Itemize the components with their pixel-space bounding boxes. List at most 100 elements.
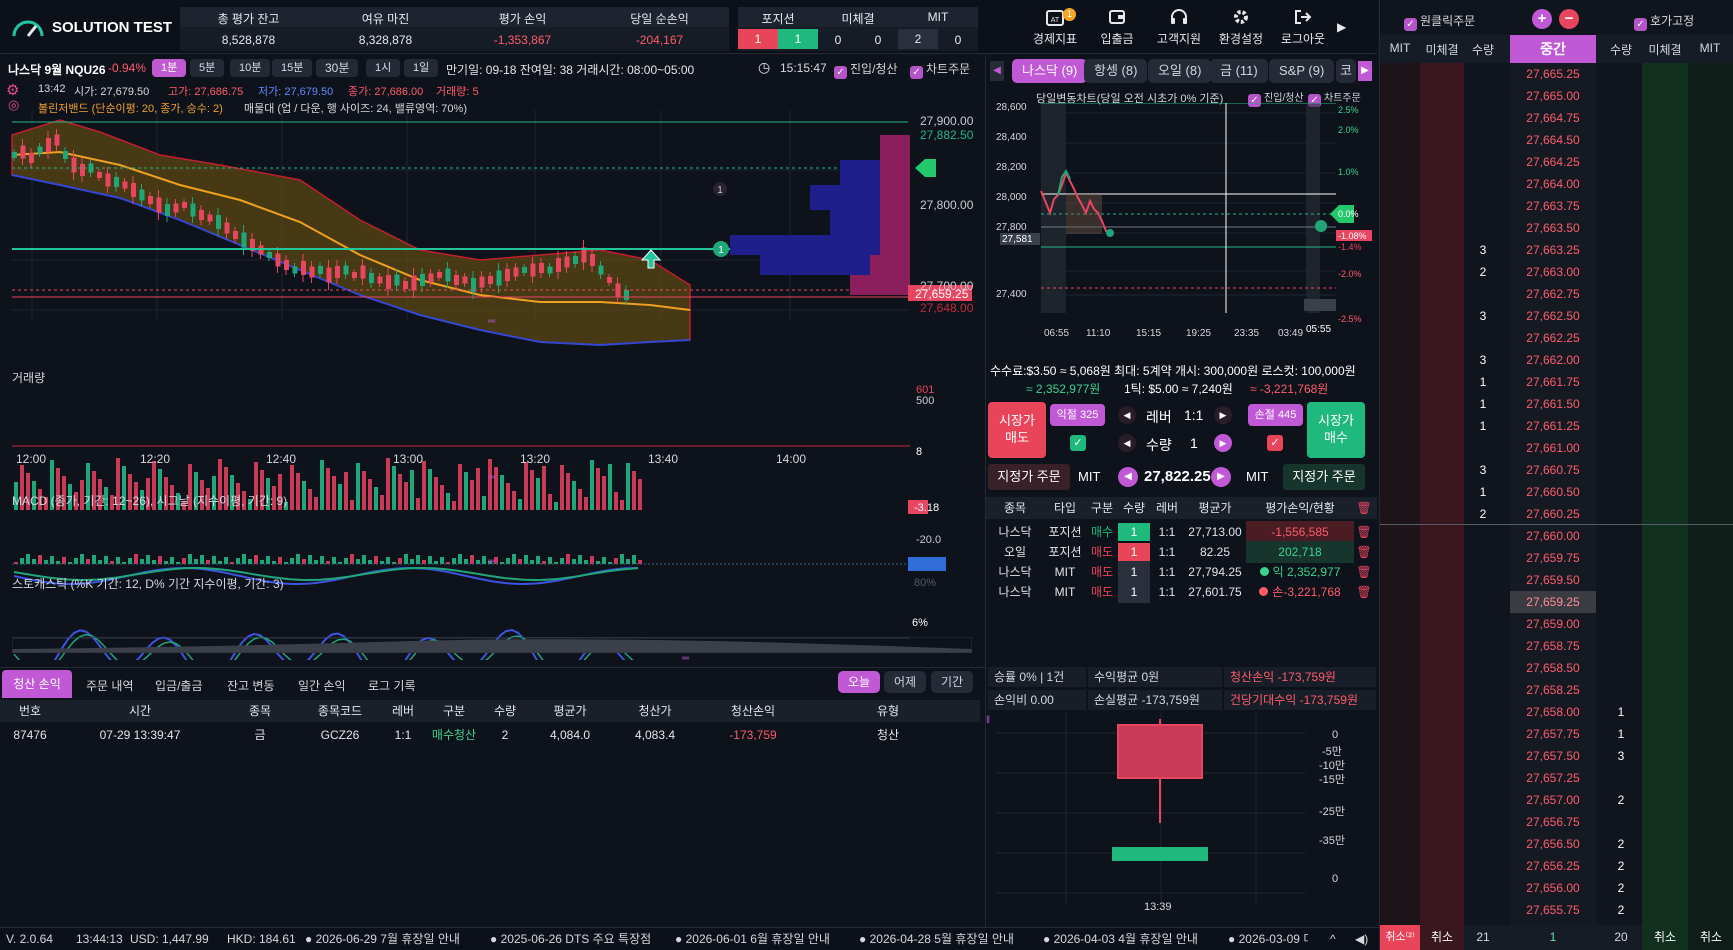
speaker-icon[interactable]: ◀): [1355, 928, 1368, 950]
zoom-in-icon[interactable]: +: [1532, 9, 1552, 29]
interval-5m[interactable]: 5분: [190, 59, 225, 77]
orderbook-row[interactable]: 27,659.50: [1380, 569, 1726, 591]
ob-price[interactable]: 27,664.75: [1510, 107, 1596, 129]
tab-order-history[interactable]: 주문 내역: [86, 677, 134, 694]
cancel-all-buy-mit[interactable]: 취소: [1688, 925, 1733, 950]
entry-marker[interactable]: 1: [713, 241, 729, 257]
tab-closed-pnl[interactable]: 청산 손익: [2, 670, 72, 698]
ob-price[interactable]: 27,658.00: [1510, 701, 1596, 723]
ob-price[interactable]: 27,656.25: [1510, 855, 1596, 877]
ob-price[interactable]: 27,661.50: [1510, 393, 1596, 415]
orderbook-row[interactable]: 1 27,658.00: [1380, 701, 1726, 723]
qty-minus-icon[interactable]: ◀: [1118, 434, 1136, 452]
orderbook-row[interactable]: 27,657.25: [1380, 767, 1726, 789]
tabs-prev-icon[interactable]: ◀: [990, 61, 1004, 81]
orderbook-row[interactable]: 2 27,656.00: [1380, 877, 1726, 899]
stop-loss-check[interactable]: ✓: [1267, 435, 1283, 451]
ob-price[interactable]: 27,660.25: [1510, 503, 1596, 525]
orderbook-row[interactable]: 27,662.75: [1380, 283, 1726, 305]
ob-price[interactable]: 27,659.75: [1510, 547, 1596, 569]
ob-price[interactable]: 27,659.50: [1510, 569, 1596, 591]
ob-price[interactable]: 27,664.25: [1510, 151, 1596, 173]
panel-divider-1[interactable]: ═: [488, 316, 495, 327]
orderbook-row[interactable]: 27,658.50: [1380, 657, 1726, 679]
ob-price[interactable]: 27,658.25: [1510, 679, 1596, 701]
tabs-next-icon[interactable]: ▶: [1358, 61, 1372, 81]
notice-5[interactable]: ● 2026-04-03 4월 휴장일 안내: [1043, 928, 1198, 950]
notice-4[interactable]: ● 2026-04-28 5월 휴장일 안내: [859, 928, 1014, 950]
ob-price[interactable]: 27,656.75: [1510, 811, 1596, 833]
interval-15m[interactable]: 15분: [272, 59, 313, 77]
mit-buy[interactable]: 0: [938, 33, 978, 47]
chevron-up-icon[interactable]: ^: [1330, 928, 1336, 950]
mit-sell-button[interactable]: MIT: [1078, 469, 1100, 484]
chart-symbol[interactable]: 나스닥 9월 NQU26: [8, 61, 106, 78]
ob-price[interactable]: 27,665.00: [1510, 85, 1596, 107]
cancel-all-buy-pending[interactable]: 취소: [1642, 925, 1688, 950]
orderbook-row[interactable]: 27,658.75: [1380, 635, 1726, 657]
logo[interactable]: SOLUTION TEST: [10, 16, 175, 40]
ob-price[interactable]: 27,663.75: [1510, 195, 1596, 217]
mit-sell[interactable]: 2: [898, 29, 938, 49]
table-row[interactable]: 나스닥 MIT 매도 1 1:1 27,601.75 손-3,221,768 🗑: [986, 581, 1377, 603]
orderbook-row[interactable]: 27,661.00: [1380, 437, 1726, 459]
orderbook-row[interactable]: 3 27,663.25: [1380, 239, 1726, 261]
tab-kospi[interactable]: 코: [1336, 59, 1356, 83]
ob-price[interactable]: 27,664.00: [1510, 173, 1596, 195]
ob-price[interactable]: 27,656.50: [1510, 833, 1596, 855]
orderbook-row[interactable]: 27,664.00: [1380, 173, 1726, 195]
interval-30m[interactable]: 30분: [316, 59, 359, 77]
fix-price-toggle[interactable]: ✓ 호가고정: [1634, 12, 1694, 31]
table-row[interactable]: 오일 포지션 매도 1 1:1 82.25 202,718 🗑: [986, 541, 1377, 563]
panel-resize-handle[interactable]: ‖: [986, 715, 990, 726]
orderbook-row[interactable]: 27,659.00: [1380, 613, 1726, 635]
ob-price[interactable]: 27,662.25: [1510, 327, 1596, 349]
limit-buy-button[interactable]: 지정가 주문: [1283, 464, 1365, 490]
ob-price[interactable]: 27,659.00: [1510, 613, 1596, 635]
orderbook-row[interactable]: 2 27,660.25: [1380, 503, 1726, 525]
qty-plus-icon[interactable]: ▶: [1214, 434, 1232, 452]
ob-price[interactable]: 27,660.00: [1510, 525, 1596, 547]
orderbook-row[interactable]: 27,659.75: [1380, 547, 1726, 569]
toggle-chart-order[interactable]: ✓ 차트주문: [910, 60, 970, 79]
take-profit-check[interactable]: ✓: [1070, 435, 1086, 451]
ob-price[interactable]: 27,657.25: [1510, 767, 1596, 789]
interval-1d[interactable]: 1일: [404, 59, 439, 77]
ob-price[interactable]: 27,657.50: [1510, 745, 1596, 767]
orderbook-row[interactable]: 3 27,657.50: [1380, 745, 1726, 767]
qty-value[interactable]: 1: [1190, 435, 1198, 451]
panel-divider-3[interactable]: ═: [488, 556, 495, 567]
ob-price[interactable]: 27,657.00: [1510, 789, 1596, 811]
ob-price[interactable]: 27,661.25: [1510, 415, 1596, 437]
mit-buy-button[interactable]: MIT: [1246, 469, 1268, 484]
ob-price[interactable]: 27,665.25: [1510, 63, 1596, 85]
ob-price[interactable]: 27,660.50: [1510, 481, 1596, 503]
market-buy-button[interactable]: 시장가 매수: [1307, 402, 1365, 458]
limit-sell-button[interactable]: 지정가 주문: [988, 464, 1070, 490]
zoom-out-icon[interactable]: −: [1559, 9, 1579, 29]
tab-balance-change[interactable]: 잔고 변동: [227, 677, 275, 694]
tab-daily-pnl[interactable]: 일간 손익: [298, 677, 346, 694]
orderbook-row[interactable]: 27,665.25: [1380, 63, 1726, 85]
orderbook-row[interactable]: 27,664.75: [1380, 107, 1726, 129]
pending-buy[interactable]: 0: [858, 33, 898, 47]
orderbook-row[interactable]: 1 27,661.75: [1380, 371, 1726, 393]
pos-value-sell[interactable]: 1: [738, 29, 778, 49]
ob-price[interactable]: 27,658.50: [1510, 657, 1596, 679]
ob-price[interactable]: 27,662.50: [1510, 305, 1596, 327]
nav-deposit[interactable]: 입출금: [1087, 8, 1147, 50]
notice-6[interactable]: ● 2026-03-09 미: [1228, 928, 1308, 950]
ob-price[interactable]: 27,659.25: [1510, 591, 1596, 613]
orderbook-row[interactable]: 2 27,655.75: [1380, 899, 1726, 921]
trash-icon[interactable]: 🗑: [1354, 541, 1374, 563]
trash-icon[interactable]: 🗑: [1354, 521, 1374, 543]
orderbook-row[interactable]: 2 27,656.25: [1380, 855, 1726, 877]
orderbook-row[interactable]: 27,663.50: [1380, 217, 1726, 239]
period-yesterday[interactable]: 어제: [884, 671, 927, 693]
order-price[interactable]: 27,822.25: [1144, 468, 1211, 485]
mini-entry-marker[interactable]: [1315, 220, 1327, 232]
tab-nasdaq[interactable]: 나스닥 (9): [1012, 59, 1088, 83]
pos-value-buy[interactable]: 1: [778, 29, 818, 49]
cancel-all-sell-mit[interactable]: 취소⁽²⁾: [1380, 925, 1420, 950]
orderbook-row[interactable]: 27,660.00: [1380, 525, 1726, 547]
